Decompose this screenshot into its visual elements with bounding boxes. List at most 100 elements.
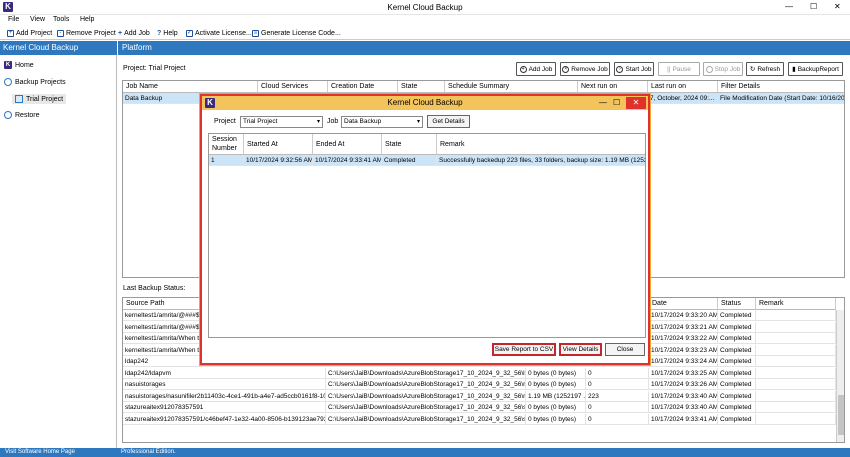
column-header[interactable]: State bbox=[398, 81, 445, 93]
table-cell[interactable]: stazureaitex912078357591 bbox=[123, 402, 326, 413]
table-cell[interactable]: C:\Users\JaiB\Downloads\AzureBlobStorage… bbox=[326, 402, 526, 413]
close-icon[interactable]: ✕ bbox=[626, 97, 646, 109]
refresh-button[interactable]: ↻ Refresh bbox=[746, 62, 784, 76]
get-details-button[interactable]: Get Details bbox=[427, 115, 470, 128]
table-cell[interactable]: 223 bbox=[586, 390, 649, 402]
table-cell[interactable]: Completed bbox=[718, 344, 756, 356]
generate-license-button[interactable]: ≡ Generate License Code... bbox=[252, 28, 341, 38]
table-cell[interactable]: 10/17/2024 9:33:26 AM bbox=[649, 379, 718, 390]
table-cell[interactable]: 0 bbox=[586, 379, 649, 390]
table-cell[interactable]: Completed bbox=[718, 390, 756, 402]
home-page-link[interactable]: Visit Software Home Page bbox=[5, 448, 75, 457]
sidebar-item-backup-projects[interactable]: Backup Projects bbox=[4, 78, 66, 86]
scrollbar[interactable] bbox=[836, 310, 844, 442]
table-cell[interactable]: 0 bytes (0 bytes) bbox=[526, 413, 586, 425]
table-cell[interactable]: 10/17/2024 9:33:23 AM bbox=[649, 344, 718, 356]
table-cell[interactable] bbox=[756, 333, 836, 344]
table-cell[interactable]: 10/17/2024 9:33:41 AM bbox=[313, 155, 382, 166]
column-header[interactable]: Filter Details bbox=[718, 81, 844, 93]
sidebar-item-restore[interactable]: Restore bbox=[4, 111, 40, 119]
table-cell[interactable] bbox=[756, 413, 836, 425]
save-report-csv-button[interactable]: Save Report to CSV bbox=[492, 343, 556, 356]
table-cell[interactable]: 10/17/2024 9:33:40 AM bbox=[649, 390, 718, 402]
table-cell[interactable]: ldap242/ldapvm bbox=[123, 367, 326, 379]
table-cell[interactable]: 0 bytes (0 bytes) bbox=[526, 402, 586, 413]
column-header[interactable]: Status bbox=[718, 298, 756, 310]
scrollbar-thumb[interactable] bbox=[838, 395, 844, 435]
table-cell[interactable]: Completed bbox=[382, 155, 437, 166]
help-button[interactable]: ? Help bbox=[157, 28, 178, 38]
maximize-icon[interactable]: ☐ bbox=[810, 2, 817, 11]
table-cell[interactable]: Completed bbox=[718, 402, 756, 413]
table-cell[interactable]: nasuistorages/nasunifiler2b11403c-4ce1-4… bbox=[123, 390, 326, 402]
table-cell[interactable]: 1 bbox=[209, 155, 244, 166]
pause-button[interactable]: || Pause bbox=[658, 62, 700, 76]
table-cell[interactable]: 10/17/2024 9:32:56 AM bbox=[244, 155, 313, 166]
menu-tools[interactable]: Tools bbox=[53, 16, 69, 23]
table-cell[interactable]: 0 bytes (0 bytes) bbox=[526, 367, 586, 379]
close-button[interactable]: Close bbox=[605, 343, 645, 356]
column-header[interactable]: Ended At bbox=[313, 134, 382, 155]
table-cell[interactable]: C:\Users\JaiB\Downloads\AzureBlobStorage… bbox=[326, 390, 526, 402]
table-cell[interactable]: Completed bbox=[718, 356, 756, 367]
add-job-action-button[interactable]: + Add Job bbox=[516, 62, 556, 76]
close-icon[interactable]: ✕ bbox=[834, 2, 841, 11]
sidebar-item-home[interactable]: K Home bbox=[4, 61, 34, 69]
table-cell[interactable] bbox=[756, 344, 836, 356]
maximize-icon[interactable]: ☐ bbox=[613, 96, 620, 110]
remove-project-button[interactable]: - Remove Project bbox=[57, 28, 116, 38]
sidebar-item-trial-project[interactable]: Trial Project bbox=[12, 94, 67, 104]
table-cell[interactable]: 10/17/2024 9:33:22 AM bbox=[649, 333, 718, 344]
column-header[interactable]: Schedule Summary bbox=[445, 81, 578, 93]
column-header[interactable]: Creation Date bbox=[328, 81, 398, 93]
table-cell[interactable]: 0 bbox=[586, 413, 649, 425]
column-header[interactable]: Remark bbox=[437, 134, 645, 155]
table-cell[interactable] bbox=[756, 321, 836, 333]
menu-view[interactable]: View bbox=[30, 16, 45, 23]
column-header[interactable]: State bbox=[382, 134, 437, 155]
table-cell[interactable]: nasuistorages bbox=[123, 379, 326, 390]
column-header[interactable]: Session Number bbox=[209, 134, 244, 155]
column-header[interactable]: Started At bbox=[244, 134, 313, 155]
project-select[interactable]: Trial Project ▾ bbox=[240, 116, 323, 128]
table-cell[interactable] bbox=[756, 367, 836, 379]
add-job-button[interactable]: + Add Job bbox=[118, 28, 150, 38]
job-select[interactable]: Data Backup ▾ bbox=[341, 116, 423, 128]
column-header[interactable]: Next run on bbox=[578, 81, 648, 93]
stop-job-button[interactable]: Stop Job bbox=[703, 62, 743, 76]
table-cell[interactable]: Completed bbox=[718, 310, 756, 321]
table-cell[interactable]: Completed bbox=[718, 413, 756, 425]
column-header[interactable]: Date bbox=[649, 298, 718, 310]
table-cell[interactable] bbox=[756, 402, 836, 413]
backup-report-button[interactable]: ▮ BackupReport bbox=[788, 62, 843, 76]
start-job-button[interactable]: › Start Job bbox=[614, 62, 654, 76]
table-cell[interactable] bbox=[756, 356, 836, 367]
column-header[interactable]: Last run on bbox=[648, 81, 718, 93]
table-cell[interactable]: 10/17/2024 9:33:25 AM bbox=[649, 367, 718, 379]
table-cell[interactable]: C:\Users\JaiB\Downloads\AzureBlobStorage… bbox=[326, 379, 526, 390]
table-cell[interactable]: C:\Users\JaiB\Downloads\AzureBlobStorage… bbox=[326, 367, 526, 379]
menu-file[interactable]: File bbox=[8, 16, 19, 23]
table-cell[interactable]: Completed bbox=[718, 379, 756, 390]
table-cell[interactable]: 0 bytes (0 bytes) bbox=[526, 379, 586, 390]
menu-help[interactable]: Help bbox=[80, 16, 94, 23]
table-cell[interactable]: stazureaitex912078357591/c46bef47-1e32-4… bbox=[123, 413, 326, 425]
table-cell[interactable]: Successfully backedup 223 files, 33 fold… bbox=[437, 155, 645, 166]
table-cell[interactable]: Completed bbox=[718, 333, 756, 344]
activate-license-button[interactable]: ✓ Activate License... bbox=[186, 28, 252, 38]
table-cell[interactable]: 0 bbox=[586, 402, 649, 413]
add-project-button[interactable]: + Add Project bbox=[7, 28, 52, 38]
table-cell[interactable] bbox=[756, 310, 836, 321]
table-cell[interactable] bbox=[756, 379, 836, 390]
table-cell[interactable]: 10/17/2024 9:33:41 AM bbox=[649, 413, 718, 425]
remove-job-button[interactable]: × Remove Job bbox=[560, 62, 610, 76]
column-header[interactable]: Cloud Services bbox=[258, 81, 328, 93]
table-cell[interactable]: 10/17/2024 9:33:20 AM bbox=[649, 310, 718, 321]
table-cell[interactable]: Completed bbox=[718, 367, 756, 379]
table-cell[interactable] bbox=[756, 390, 836, 402]
minimize-icon[interactable]: — bbox=[785, 2, 793, 11]
table-cell[interactable]: 10/17/2024 9:33:24 AM bbox=[649, 356, 718, 367]
table-cell[interactable]: 7, October, 2024 09:... bbox=[648, 93, 718, 104]
table-cell[interactable]: Completed bbox=[718, 321, 756, 333]
column-header[interactable]: Job Name bbox=[123, 81, 258, 93]
